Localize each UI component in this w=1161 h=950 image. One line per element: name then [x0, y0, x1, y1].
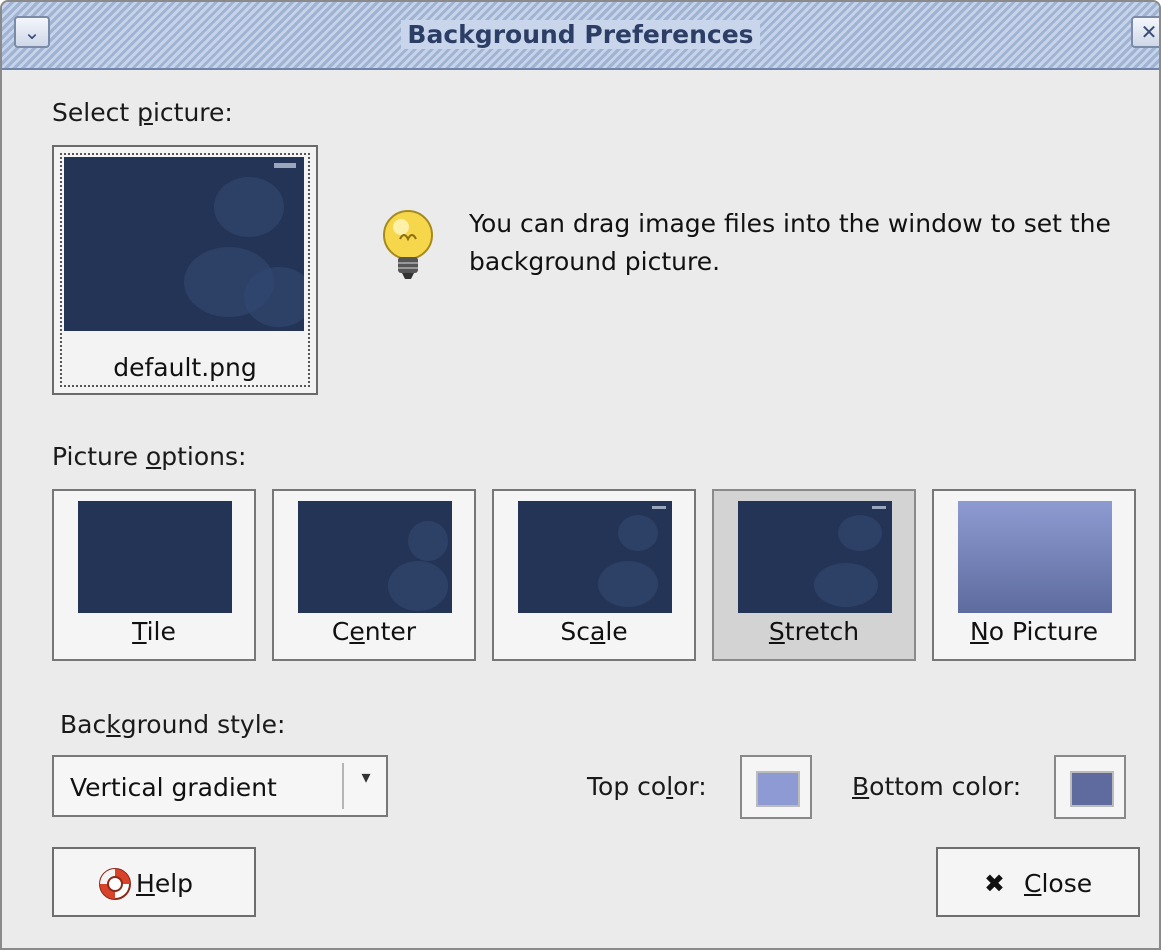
no-picture-option-button[interactable]: No Picture	[932, 489, 1136, 661]
bottom-color-label: Bottom color:	[852, 772, 1022, 801]
close-icon: ✕	[1140, 20, 1158, 44]
picture-options-label: Picture options:	[52, 442, 247, 471]
background-preferences-window: ⌄ Background Preferences ✕ Select pictur…	[0, 0, 1161, 950]
tile-thumbnail	[78, 501, 232, 613]
drag-hint-text: You can drag image files into the window…	[469, 209, 1111, 276]
bottom-color-button[interactable]	[1054, 755, 1126, 819]
dropdown-separator	[342, 763, 344, 809]
picture-thumbnail	[64, 157, 304, 331]
center-option-label: Center	[331, 617, 417, 646]
selected-picture-button[interactable]: default.png	[52, 145, 318, 395]
bottom-color-swatch	[1070, 771, 1114, 807]
background-style-dropdown[interactable]: Vertical gradient ▾	[52, 755, 388, 817]
tile-option-button[interactable]: Tile	[52, 489, 256, 661]
scale-thumbnail	[518, 501, 672, 613]
background-style-label: Background style:	[60, 710, 286, 739]
stretch-thumbnail	[738, 501, 892, 613]
center-option-button[interactable]: Center	[272, 489, 476, 661]
window-close-button[interactable]: ✕	[1131, 16, 1159, 48]
no-picture-thumbnail	[958, 501, 1112, 613]
lifebuoy-icon	[99, 868, 131, 900]
window-title: Background Preferences	[2, 20, 1159, 49]
select-picture-label: Select picture:	[52, 98, 233, 127]
x-icon: ✖	[984, 869, 1005, 898]
lightbulb-icon	[383, 210, 433, 279]
close-button[interactable]: ✖ Close	[936, 847, 1140, 917]
no-picture-option-label: No Picture	[970, 617, 1098, 646]
picture-filename: default.png	[113, 353, 257, 382]
top-color-swatch	[756, 771, 800, 807]
background-style-value: Vertical gradient	[70, 773, 277, 802]
scale-option-label: Scale	[560, 617, 628, 646]
stretch-option-label: Stretch	[768, 617, 860, 646]
stretch-option-button[interactable]: Stretch	[712, 489, 916, 661]
scale-option-button[interactable]: Scale	[492, 489, 696, 661]
top-color-label: Top color:	[587, 772, 707, 801]
help-button-label: Help	[136, 869, 194, 898]
close-button-label: Close	[1024, 869, 1093, 898]
center-thumbnail	[298, 501, 452, 613]
title-bar[interactable]: ⌄ Background Preferences ✕	[2, 2, 1159, 70]
dropdown-arrow-icon: ▾	[361, 767, 371, 788]
tile-option-label: Tile	[132, 617, 176, 646]
help-button[interactable]: Help	[52, 847, 256, 917]
top-color-button[interactable]	[740, 755, 812, 819]
